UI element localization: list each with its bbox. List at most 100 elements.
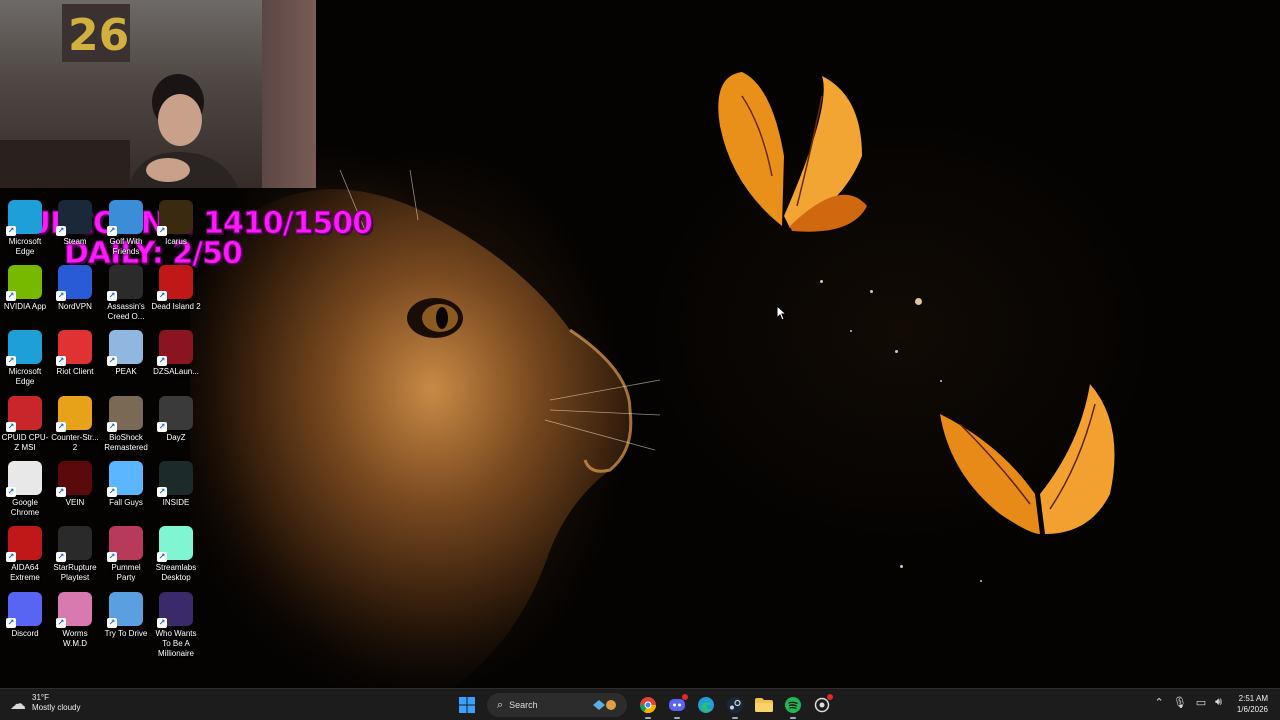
- nvidia-icon: ↗: [6, 265, 42, 301]
- webcam-streamer: [128, 74, 238, 188]
- sparkle: [895, 350, 898, 353]
- desktop-icon-steam[interactable]: ↗ Steam: [50, 200, 100, 247]
- edge-icon: ↗: [6, 200, 42, 236]
- running-indicator: [731, 717, 738, 719]
- desktop-icon-nordvpn[interactable]: ↗ NordVPN: [50, 265, 100, 312]
- sparkle: [915, 298, 922, 305]
- desktop-icon-pummel-party[interactable]: ↗ Pummel Party: [101, 526, 151, 583]
- search-label: Search: [509, 700, 538, 710]
- desktop-icon-dzsa[interactable]: ↗ DZSALaun...: [151, 330, 201, 377]
- desktop-icon-fall-guys[interactable]: ↗ Fall Guys: [101, 461, 151, 508]
- taskbar-steam[interactable]: [723, 693, 747, 719]
- vein-icon: ↗: [56, 461, 92, 497]
- desktop-icon-dead-island[interactable]: ↗ Dead Island 2: [151, 265, 201, 312]
- desktop-icon-vein[interactable]: ↗ VEIN: [50, 461, 100, 508]
- desktop-icon-golf[interactable]: ↗ Golf With Friends: [101, 200, 151, 257]
- weather-desc: Mostly cloudy: [32, 703, 81, 712]
- desktop-icon-aida64[interactable]: ↗ AIDA64 Extreme: [0, 526, 50, 583]
- clock[interactable]: 2:51 AM 1/6/2026: [1237, 693, 1268, 715]
- chrome-icon: ↗: [6, 461, 42, 497]
- counter-strike-icon: ↗: [56, 396, 92, 432]
- shortcut-arrow-icon: ↗: [157, 422, 167, 432]
- dayz-icon: ↗: [157, 396, 193, 432]
- microphone-icon[interactable]: 🎙︎: [1173, 696, 1187, 709]
- desktop-icon-discord[interactable]: ↗ Discord: [0, 592, 50, 639]
- taskbar-file-explorer[interactable]: [752, 693, 776, 717]
- pummel-party-icon: ↗: [107, 526, 143, 562]
- webcam-door: [262, 0, 316, 188]
- svg-text:26: 26: [68, 10, 129, 61]
- desktop-icon-streamlabs[interactable]: ↗ Streamlabs Desktop: [151, 526, 201, 583]
- desktop-icon-label: Discord: [11, 629, 39, 638]
- wallpaper-butterfly-top: [718, 72, 867, 232]
- desktop-icon-label: VEIN: [65, 498, 85, 507]
- webcam-overlay: 26: [0, 0, 316, 188]
- running-indicator: [673, 717, 680, 719]
- desktop-icon-starrupture[interactable]: ↗ StarRupture Playtest: [50, 526, 100, 583]
- assassins-creed-icon: ↗: [107, 265, 143, 301]
- bioshock-icon: ↗: [107, 396, 143, 432]
- streamlabs-icon: ↗: [157, 526, 193, 562]
- weather-widget[interactable]: ☁ 31°F Mostly cloudy: [10, 693, 80, 713]
- inside-icon: ↗: [157, 461, 193, 497]
- shortcut-arrow-icon: ↗: [157, 356, 167, 366]
- desktop-icon-label: BioShock Remastered: [104, 433, 148, 452]
- fall-guys-icon: ↗: [107, 461, 143, 497]
- shortcut-arrow-icon: ↗: [157, 291, 167, 301]
- taskbar-apps: ⌕ Search: [452, 692, 836, 719]
- desktop-icon-worms[interactable]: ↗ Worms W.M.D: [50, 592, 100, 649]
- desktop-icon-label: NordVPN: [58, 302, 92, 311]
- steam-icon: [726, 697, 743, 713]
- desktop-icon-label: DayZ: [166, 433, 186, 442]
- steam-icon: ↗: [56, 200, 92, 236]
- desktop[interactable]: 26 SUBCOUNT: 1410/1500 DAILY: 2/50 ↗ Micr…: [0, 0, 1280, 720]
- desktop-icon-cpuz[interactable]: ↗ CPUID CPU-Z MSI: [0, 396, 50, 453]
- dead-island-icon: ↗: [157, 265, 193, 301]
- desktop-icon-riot[interactable]: ↗ Riot Client: [50, 330, 100, 377]
- volume-icon[interactable]: 🔊︎: [1215, 695, 1222, 709]
- desktop-icon-dayz[interactable]: ↗ DayZ: [151, 396, 201, 443]
- edge-icon: ↗: [6, 330, 42, 366]
- desktop-icon-icarus[interactable]: ↗ Icarus: [151, 200, 201, 247]
- desktop-icon-try-to-drive[interactable]: ↗ Try To Drive: [101, 592, 151, 639]
- desktop-icon-millionaire[interactable]: ↗ Who Wants To Be A Millionaire: [151, 592, 201, 659]
- shortcut-arrow-icon: ↗: [6, 618, 16, 628]
- desktop-icon-bioshock[interactable]: ↗ BioShock Remastered: [101, 396, 151, 453]
- desktop-icon-nvidia[interactable]: ↗ NVIDIA App: [0, 265, 50, 312]
- desktop-icon-counter-strike[interactable]: ↗ Counter-Str... 2: [50, 396, 100, 453]
- shortcut-arrow-icon: ↗: [56, 618, 66, 628]
- network-icon[interactable]: ▭: [1196, 696, 1206, 709]
- shortcut-arrow-icon: ↗: [6, 422, 16, 432]
- desktop-icon-label: Microsoft Edge: [8, 367, 42, 386]
- chevron-up-icon[interactable]: ⌃: [1155, 696, 1164, 709]
- desktop-icon-chrome[interactable]: ↗ Google Chrome: [0, 461, 50, 518]
- taskbar-search[interactable]: ⌕ Search: [487, 693, 627, 717]
- taskbar-chrome[interactable]: [636, 693, 660, 719]
- desktop-icon-assassins-creed[interactable]: ↗ Assassin's Creed O...: [101, 265, 151, 322]
- recording-badge: [826, 694, 833, 700]
- try-to-drive-icon: ↗: [107, 592, 143, 628]
- shortcut-arrow-icon: ↗: [107, 552, 117, 562]
- taskbar-discord[interactable]: [665, 693, 689, 719]
- shortcut-arrow-icon: ↗: [56, 552, 66, 562]
- taskbar-spotify[interactable]: [781, 693, 805, 719]
- desktop-icon-inside[interactable]: ↗ INSIDE: [151, 461, 201, 508]
- desktop-icon-label: Golf With Friends: [109, 237, 143, 256]
- desktop-icon-peak[interactable]: ↗ PEAK: [101, 330, 151, 377]
- shortcut-arrow-icon: ↗: [6, 356, 16, 366]
- shortcut-arrow-icon: ↗: [157, 552, 167, 562]
- weather-temp: 31°F: [32, 693, 49, 702]
- start-button[interactable]: [455, 693, 479, 717]
- edge-icon: [697, 697, 714, 713]
- desktop-icon-edge[interactable]: ↗ Microsoft Edge: [0, 200, 50, 257]
- taskbar-record[interactable]: [810, 693, 834, 717]
- starrupture-icon: ↗: [56, 526, 92, 562]
- desktop-icon-label: Riot Client: [56, 367, 94, 376]
- desktop-icon-label: Try To Drive: [104, 629, 148, 638]
- shortcut-arrow-icon: ↗: [6, 487, 16, 497]
- peak-icon: ↗: [107, 330, 143, 366]
- desktop-icon-edge[interactable]: ↗ Microsoft Edge: [0, 330, 50, 387]
- taskbar-edge[interactable]: [694, 693, 718, 717]
- millionaire-icon: ↗: [157, 592, 193, 628]
- dzsa-icon: ↗: [157, 330, 193, 366]
